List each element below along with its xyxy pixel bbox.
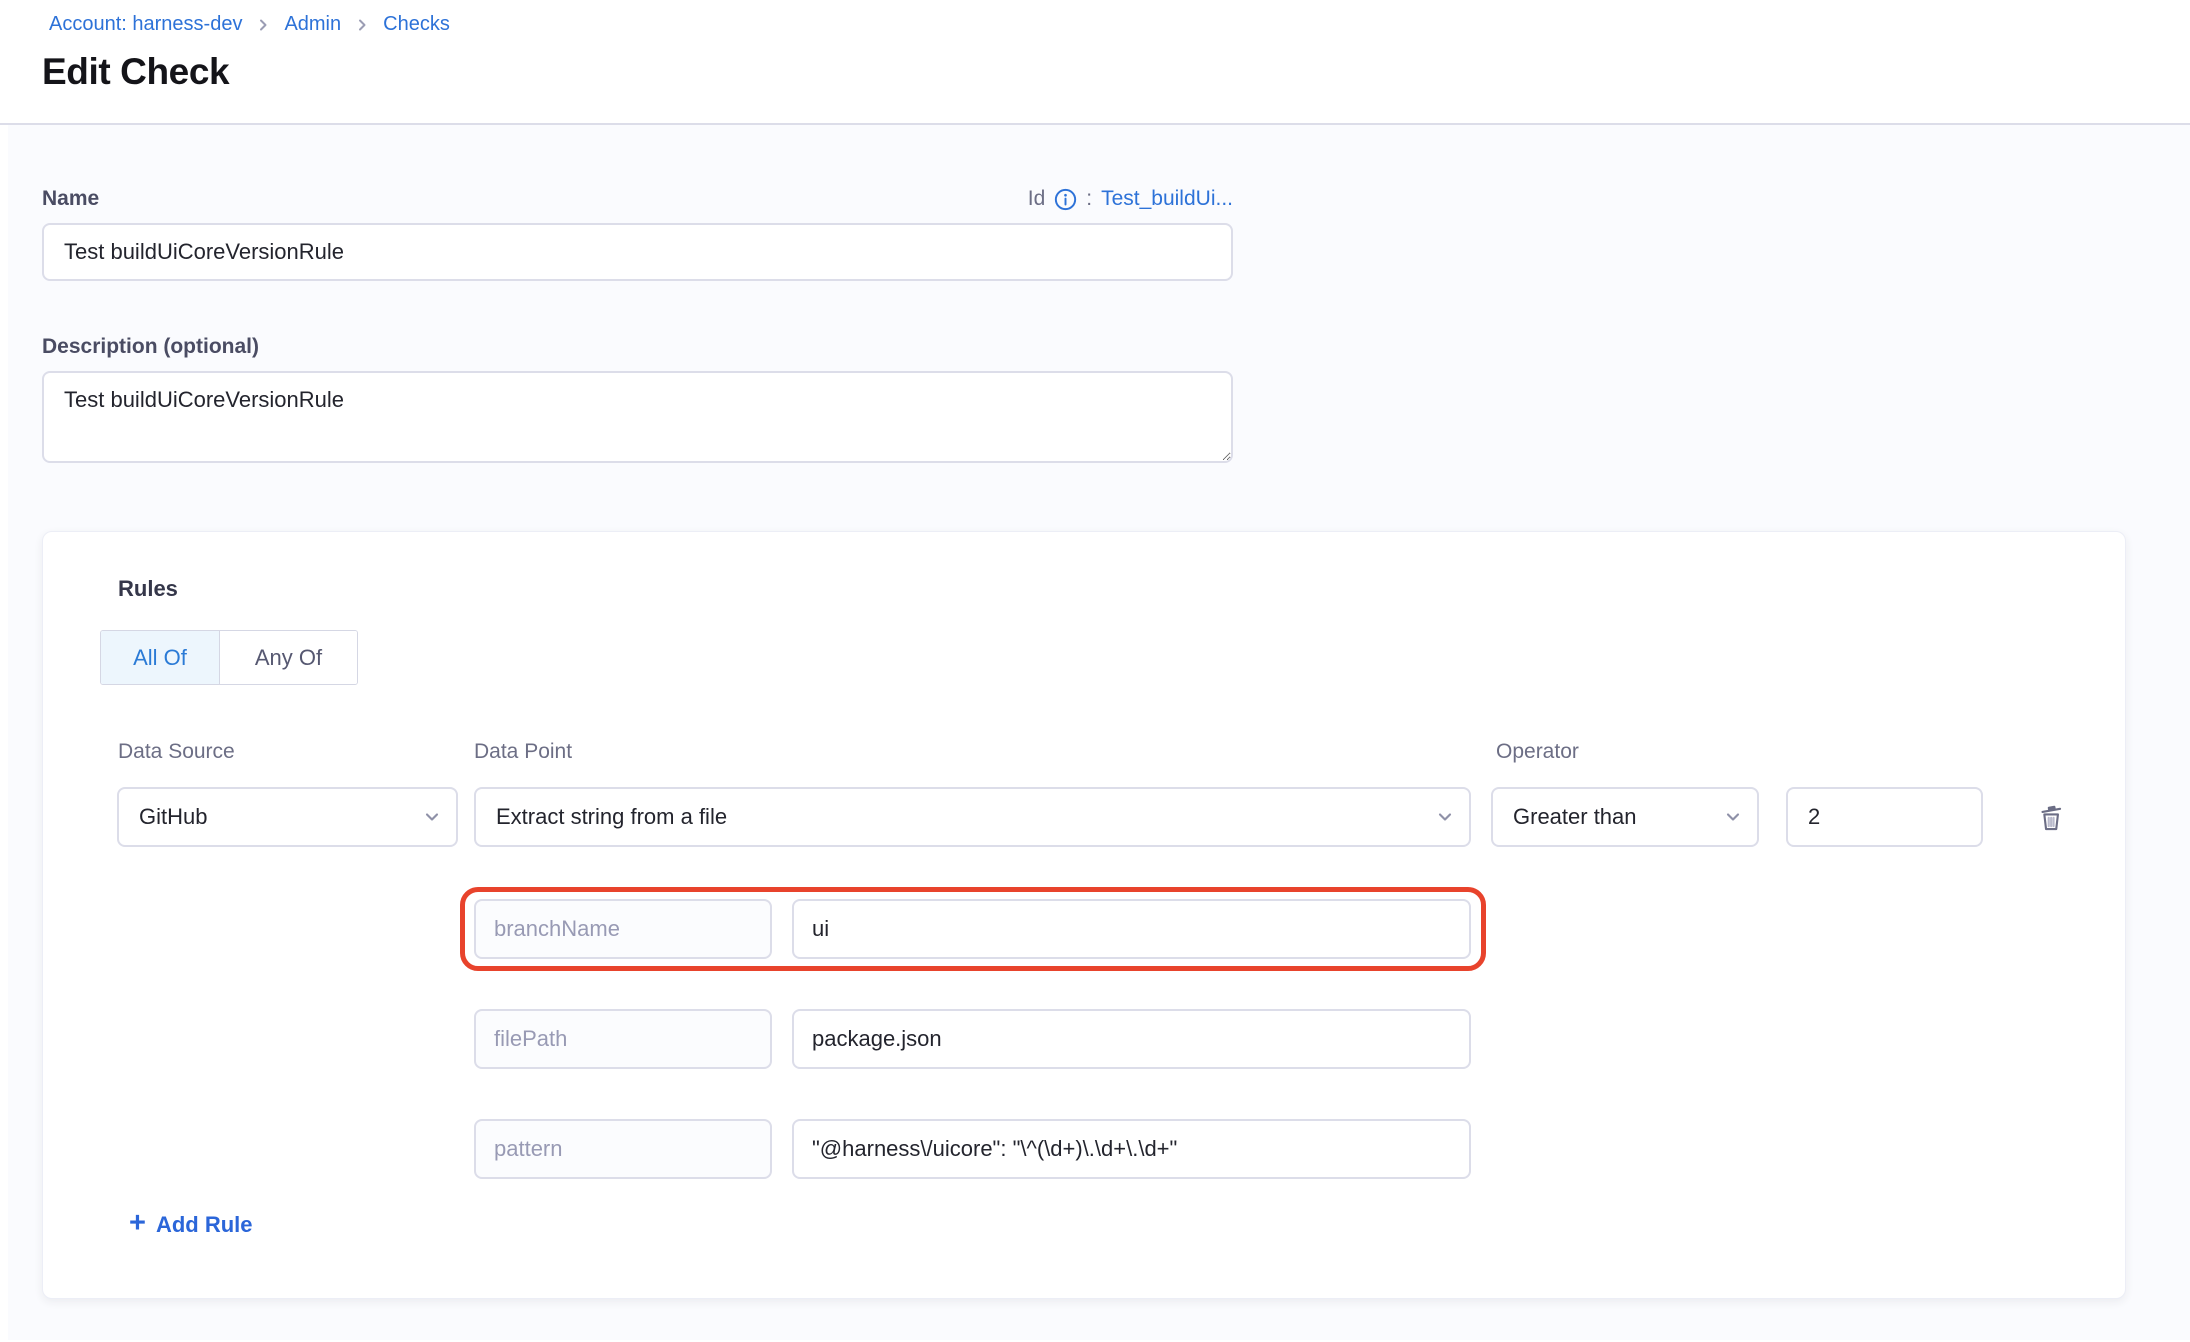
breadcrumb-account[interactable]: Account: harness-dev xyxy=(49,13,242,36)
data-source-select[interactable]: GitHub xyxy=(117,787,458,847)
name-input[interactable] xyxy=(42,223,1233,281)
operator-select[interactable]: Greater than xyxy=(1491,787,1759,847)
add-rule-label: Add Rule xyxy=(156,1212,253,1238)
kv-key-branchname[interactable] xyxy=(474,899,772,959)
add-rule-button[interactable]: + Add Rule xyxy=(129,1212,253,1238)
kv-value-filepath[interactable] xyxy=(792,1009,1471,1069)
operator-label: Operator xyxy=(1496,740,1579,764)
breadcrumb-admin[interactable]: Admin xyxy=(284,13,341,36)
mode-any-of-button[interactable]: Any Of xyxy=(219,631,357,684)
rules-title: Rules xyxy=(118,576,178,602)
description-section: Description (optional) Test buildUiCoreV… xyxy=(42,335,1233,463)
info-icon[interactable] xyxy=(1054,188,1077,211)
chevron-down-icon xyxy=(1723,807,1743,827)
chevron-right-icon xyxy=(354,17,370,33)
page-title: Edit Check xyxy=(42,51,2190,93)
identifier-row: Id : Test_buildUi... xyxy=(1028,187,1233,211)
id-colon: : xyxy=(1086,187,1092,211)
page-header: Account: harness-dev Admin Checks Edit C… xyxy=(0,0,2190,125)
data-point-label: Data Point xyxy=(474,740,572,764)
id-value-link[interactable]: Test_buildUi... xyxy=(1101,187,1233,211)
data-source-value: GitHub xyxy=(139,804,207,830)
breadcrumb-checks[interactable]: Checks xyxy=(383,13,450,36)
operator-value: Greater than xyxy=(1513,804,1637,830)
delete-rule-button[interactable] xyxy=(2025,791,2077,843)
chevron-right-icon xyxy=(255,17,271,33)
rules-card: Rules All Of Any Of Data Source Data Poi… xyxy=(42,531,2126,1299)
edit-check-form: Name Id : Test_buildUi... Description (o… xyxy=(0,125,2190,1340)
trash-icon xyxy=(2034,800,2068,834)
data-source-label: Data Source xyxy=(118,740,235,764)
data-point-select[interactable]: Extract string from a file xyxy=(474,787,1471,847)
kv-value-branchname[interactable] xyxy=(792,899,1471,959)
kv-value-pattern[interactable] xyxy=(792,1119,1471,1179)
id-label: Id xyxy=(1028,187,1046,211)
kv-key-filepath[interactable] xyxy=(474,1009,772,1069)
breadcrumb: Account: harness-dev Admin Checks xyxy=(49,13,2190,36)
mode-all-of-button[interactable]: All Of xyxy=(101,631,219,684)
chevron-down-icon xyxy=(422,807,442,827)
plus-icon: + xyxy=(129,1209,146,1238)
threshold-input[interactable] xyxy=(1786,787,1983,847)
kv-key-pattern[interactable] xyxy=(474,1119,772,1179)
rule-mode-toggle: All Of Any Of xyxy=(100,630,358,685)
data-point-value: Extract string from a file xyxy=(496,804,727,830)
chevron-down-icon xyxy=(1435,807,1455,827)
name-section: Name Id : Test_buildUi... xyxy=(42,187,1233,281)
description-textarea[interactable]: Test buildUiCoreVersionRule xyxy=(42,371,1233,463)
description-label: Description (optional) xyxy=(42,335,1233,359)
name-label: Name xyxy=(42,187,99,211)
